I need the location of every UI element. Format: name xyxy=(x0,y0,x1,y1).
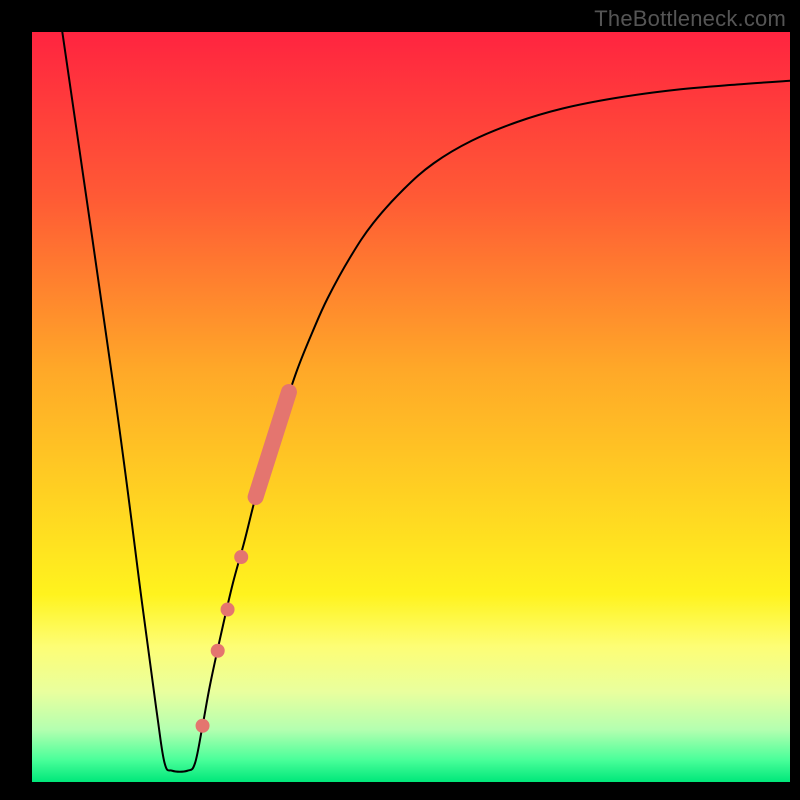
plot-background xyxy=(32,32,790,782)
marker-dot xyxy=(221,603,235,617)
chart-frame: TheBottleneck.com xyxy=(0,0,800,800)
marker-dot xyxy=(196,719,210,733)
marker-dot xyxy=(211,644,225,658)
chart-canvas xyxy=(0,0,800,800)
watermark-text: TheBottleneck.com xyxy=(594,6,786,32)
marker-dot xyxy=(234,550,248,564)
